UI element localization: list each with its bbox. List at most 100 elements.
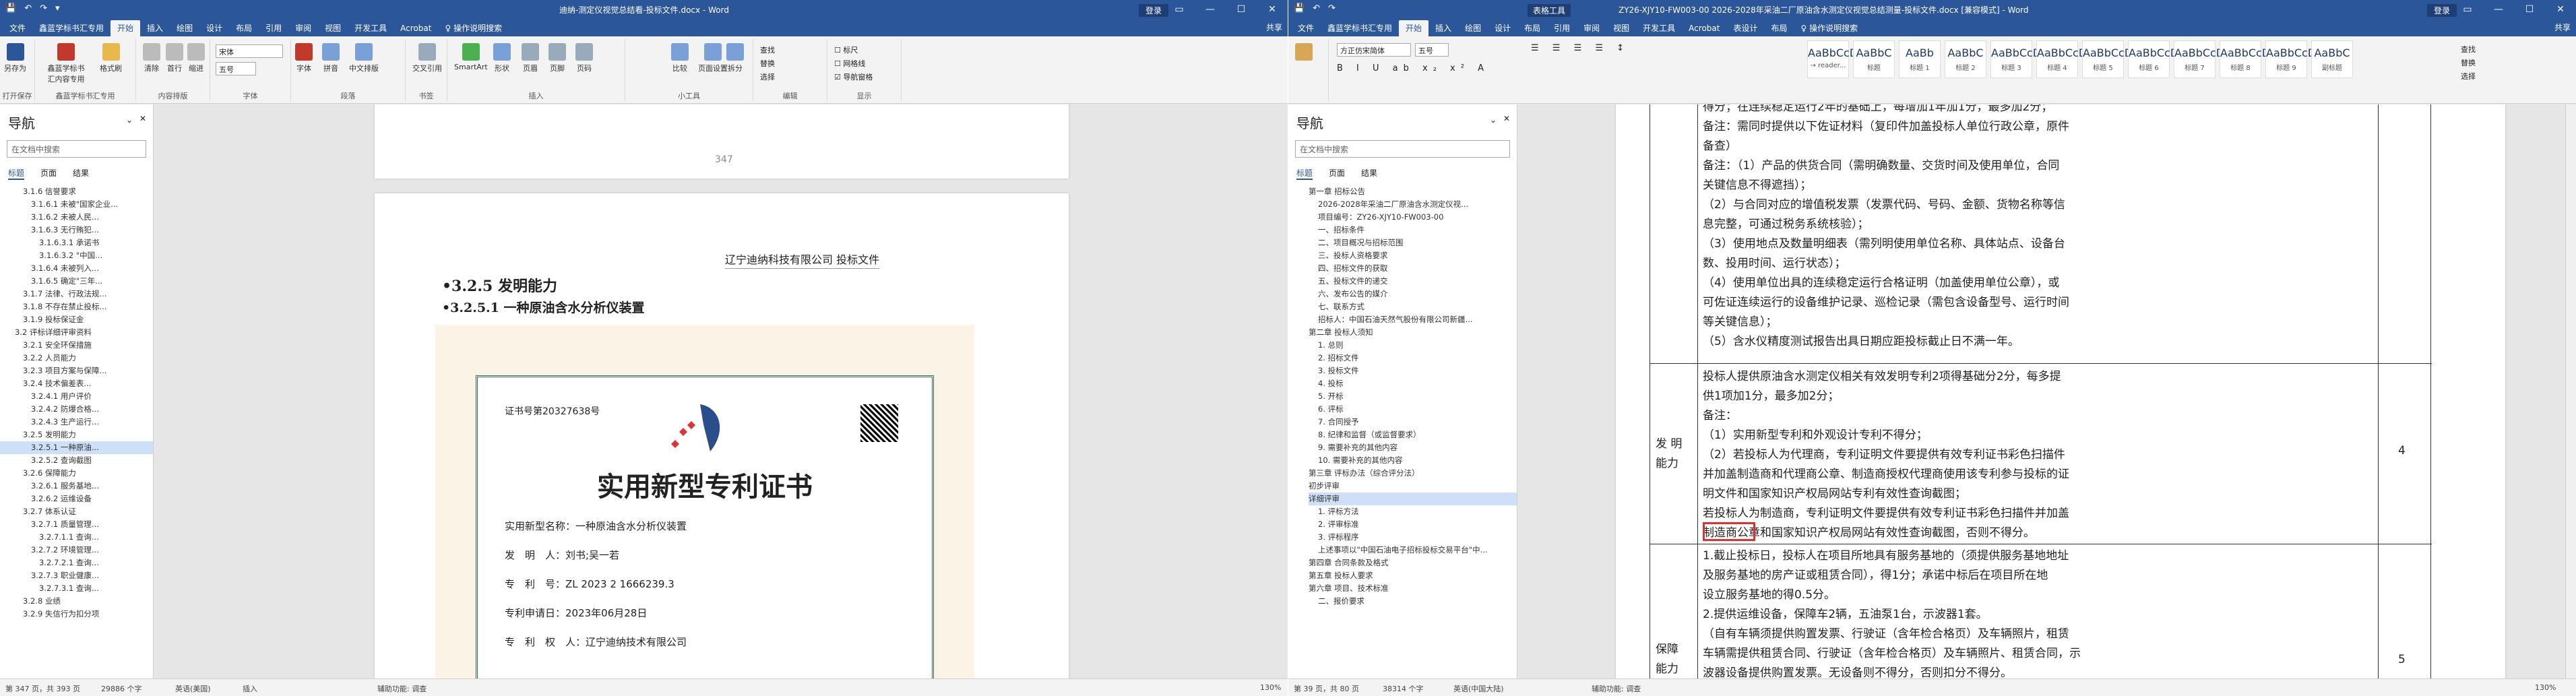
paragraph-buttons[interactable]: ☰ ☰ ☰ ☰ ↕ — [1531, 43, 1629, 53]
nav-item[interactable]: 3.2.4.3 生产运行... — [0, 416, 153, 429]
nav-item[interactable]: 3.2.1 安全环保措施 — [0, 339, 153, 352]
nav-item[interactable]: 3.2.4.2 防爆合格... — [0, 403, 153, 416]
nav-item[interactable]: 一、招标条件 — [1309, 224, 1517, 236]
minimize-icon[interactable]: — — [1195, 0, 1226, 19]
font-name-select[interactable]: 方正仿宋简体 — [1337, 43, 1411, 57]
smartart-button[interactable]: SmartArt — [454, 43, 488, 71]
zoom-level[interactable]: 130% — [2535, 683, 2556, 692]
nav-item[interactable]: 第六章 项目、技术标准 — [1309, 582, 1517, 595]
split-button[interactable]: 拆分 — [726, 43, 744, 73]
font-size-select[interactable]: 五号 — [216, 62, 256, 75]
nav-item[interactable]: 4. 投标 — [1309, 377, 1517, 390]
style-1[interactable]: AaBbC 标题 — [1853, 40, 1895, 78]
word-count[interactable]: 29886 个字 — [101, 683, 142, 694]
save-icon[interactable]: 💾 — [1294, 3, 1305, 13]
nav-item[interactable]: 3.2.8 业绩 — [0, 595, 153, 608]
nav-item[interactable]: 3.2.5.2 查询截图 — [0, 454, 153, 467]
nav-item[interactable]: 3.1.7 法律、行政法规... — [0, 288, 153, 300]
nav-item[interactable]: 8. 纪律和监督（或监督要求） — [1309, 429, 1517, 441]
nav-item[interactable]: 招标人：中国石油天然气股份有限公司新疆... — [1309, 313, 1517, 326]
tab-2[interactable]: 开始 — [111, 20, 141, 36]
nav-item[interactable]: 3.2.9 失信行为扣分项 — [0, 608, 153, 621]
nav-item[interactable]: 四、招标文件的获取 — [1309, 262, 1517, 275]
tab-10[interactable]: 开发工具 — [1636, 20, 1682, 36]
nav-item[interactable]: 3.2.6.1 服务基地... — [0, 480, 153, 493]
share-button[interactable]: 共享 — [2554, 22, 2571, 33]
nav-search-input[interactable]: 在文档中搜索 — [1295, 140, 1510, 158]
style-3[interactable]: AaBbC 标题 2 — [1945, 40, 1986, 78]
nav-item[interactable]: 第一章 招标公告 — [1309, 185, 1517, 198]
nav-item[interactable]: 2. 评审标准 — [1309, 518, 1517, 531]
tab-12[interactable]: ♀ 操作说明搜索 — [438, 20, 509, 36]
nav-item[interactable]: 3.2.7.3.1 查询... — [0, 582, 153, 595]
tab-4[interactable]: 绘图 — [1458, 20, 1488, 36]
nav-item[interactable]: 1. 总则 — [1309, 339, 1517, 352]
header-button[interactable]: 页眉 — [522, 43, 539, 73]
tab-11[interactable]: Acrobat — [1682, 20, 1726, 36]
page-count[interactable]: 第 39 页，共 80 页 — [1294, 683, 1359, 694]
nav-item[interactable]: 3.2.4.1 用户评价 — [0, 390, 153, 403]
nav-item[interactable]: 3.1.8 不存在禁止投标... — [0, 300, 153, 313]
nav-item[interactable]: 7. 合同授予 — [1309, 416, 1517, 429]
nav-item[interactable]: 3.2.7.2.1 查询... — [0, 557, 153, 569]
nav-tab-2[interactable]: 结果 — [73, 167, 89, 180]
nav-item[interactable]: 3.1.6 信誉要求 — [0, 185, 153, 198]
font-format-buttons[interactable]: B I U ab x₂ x² A — [1337, 63, 1489, 73]
insert-mode[interactable]: 插入 — [243, 683, 257, 694]
nav-item[interactable]: 3.2.7.1 质量管理... — [0, 518, 153, 531]
page-setup-button[interactable]: 页面设置 — [698, 43, 728, 73]
style-5[interactable]: AaBbCcDd 标题 4 — [2036, 40, 2094, 78]
pinyin-button[interactable]: 拼音 — [322, 43, 340, 73]
cross-reference-button[interactable]: 交叉引用 — [412, 43, 442, 73]
footer-button[interactable]: 页脚 — [548, 43, 566, 73]
nav-item[interactable]: 3.1.6.5 确定"三年... — [0, 275, 153, 288]
indent-button[interactable]: 缩进 — [187, 43, 205, 73]
nav-item[interactable]: 3.2.4 技术偏差表... — [0, 377, 153, 390]
nav-item[interactable]: 五、投标文件的递交 — [1309, 275, 1517, 288]
page-number-button[interactable]: 页码 — [575, 43, 593, 73]
nav-item[interactable]: 3.2.3 项目方案与保障... — [0, 365, 153, 377]
nav-item[interactable]: 3.2.5 发明能力 — [0, 429, 153, 441]
nav-item[interactable]: 详细评审 — [1309, 493, 1517, 505]
tab-13[interactable]: 布局 — [1764, 20, 1794, 36]
maximize-icon[interactable]: ☐ — [1226, 0, 1257, 19]
tab-14[interactable]: ♀ 操作说明搜索 — [1794, 20, 1865, 36]
compare-button[interactable]: 比较 — [671, 43, 689, 73]
chinese-layout-button[interactable]: 中文排版 — [349, 43, 379, 73]
tab-5[interactable]: 设计 — [1488, 20, 1517, 36]
ribbon-display-icon[interactable]: ▭ — [2452, 0, 2483, 19]
accessibility[interactable]: 辅助功能: 调查 — [1592, 683, 1641, 694]
style-11[interactable]: AaBbC 副标题 — [2311, 40, 2353, 78]
font-size-select[interactable]: 五号 — [1415, 43, 1449, 57]
style-6[interactable]: AaBbCcD 标题 5 — [2082, 40, 2133, 78]
nav-item[interactable]: 3.1.6.4 未被列入... — [0, 262, 153, 275]
nav-item[interactable]: 三、投标人资格要求 — [1309, 249, 1517, 262]
nav-item[interactable]: 3.2 评标详细评审资料 — [0, 326, 153, 339]
nav-item[interactable]: 2026-2028年采油二厂原油含水测定仪视... — [1309, 198, 1517, 211]
language[interactable]: 英语(美国) — [175, 683, 211, 694]
nav-item[interactable]: 3. 投标文件 — [1309, 365, 1517, 377]
nav-item[interactable]: 3. 评标程序 — [1309, 531, 1517, 544]
tab-9[interactable]: 视图 — [1606, 20, 1636, 36]
maximize-icon[interactable]: ☐ — [2514, 0, 2545, 19]
undo-icon[interactable]: ↶ — [24, 3, 32, 13]
nav-item[interactable]: 3.2.7.2 环境管理... — [0, 544, 153, 557]
nav-item[interactable]: 3.2.5.1 一种原油... — [0, 441, 153, 454]
redo-icon[interactable]: ↷ — [40, 3, 47, 13]
tab-8[interactable]: 审阅 — [1577, 20, 1606, 36]
select-button[interactable]: 选择 — [760, 71, 775, 82]
nav-item[interactable]: 3.2.2 人员能力 — [0, 352, 153, 365]
nav-pane-checkbox[interactable]: ☑ 导航窗格 — [834, 71, 873, 82]
nav-item[interactable]: 第二章 投标人须知 — [1309, 326, 1517, 339]
paste-button[interactable] — [1295, 43, 1313, 63]
customize-icon[interactable]: ▾ — [55, 3, 60, 13]
nav-item[interactable]: 3.1.6.3.2 "中国... — [0, 249, 153, 262]
word-count[interactable]: 38314 个字 — [1383, 683, 1424, 694]
tab-3[interactable]: 插入 — [140, 20, 170, 36]
nav-item[interactable]: 3.2.6 保障能力 — [0, 467, 153, 480]
close-icon[interactable]: ✕ — [2545, 0, 2576, 19]
nav-tab-0[interactable]: 标题 — [8, 167, 25, 180]
nav-item[interactable]: 3.1.6.3.1 承诺书 — [0, 236, 153, 249]
tab-2[interactable]: 开始 — [1399, 20, 1429, 36]
nav-tab-1[interactable]: 页面 — [40, 167, 57, 180]
